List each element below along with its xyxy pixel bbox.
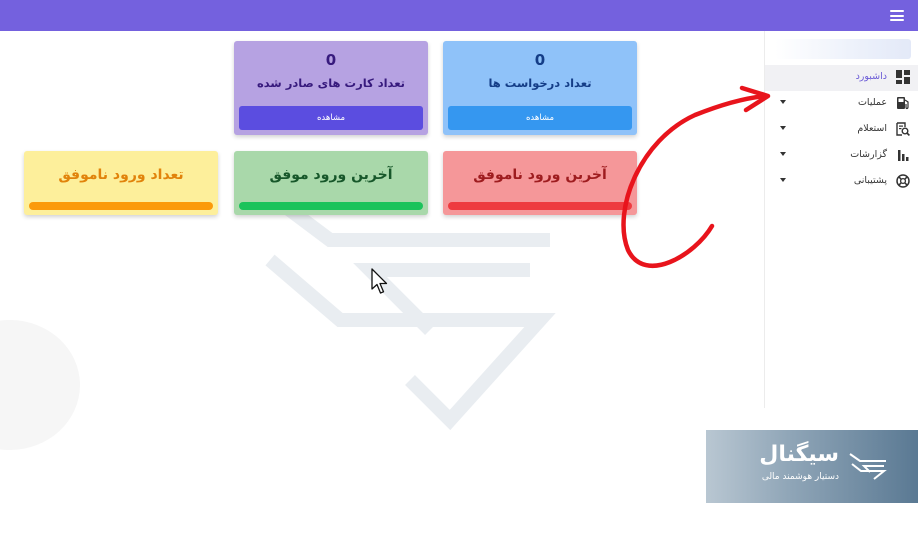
sidebar-search-area[interactable] [775, 39, 911, 59]
sidebar: داشبورد عملیات استعلام گزارشات پشتیبانی [764, 31, 918, 408]
document-search-icon [896, 122, 910, 136]
sidebar-item-dashboard[interactable]: داشبورد [765, 65, 918, 91]
brand-name: سیگنال [759, 442, 839, 467]
issued-cards-title: تعداد کارت های صادر شده [256, 76, 406, 90]
failed-login-count-card: تعداد ورود ناموفق [24, 151, 218, 215]
issued-cards-count: 0 [325, 51, 337, 69]
chevron-down-icon[interactable] [780, 178, 786, 182]
last-failed-login-bar [448, 202, 632, 210]
chevron-down-icon[interactable] [780, 126, 786, 130]
issued-cards-card: 0 تعداد کارت های صادر شده مشاهده [234, 41, 428, 135]
sidebar-item-inquiry[interactable]: استعلام [765, 117, 918, 143]
sidebar-item-label: پشتیبانی [853, 175, 887, 186]
mouse-pointer-icon [371, 268, 388, 294]
last-success-login-card: آخرین ورود موفق [234, 151, 428, 215]
fuel-pump-icon [897, 97, 909, 110]
signal-logo-icon [849, 453, 887, 480]
issued-cards-view-button[interactable]: مشاهده [239, 106, 423, 130]
last-failed-login-title: آخرین ورود ناموفق [473, 167, 607, 183]
chevron-down-icon[interactable] [780, 152, 786, 156]
failed-login-count-title: تعداد ورود ناموفق [58, 167, 184, 183]
dashboard-icon [896, 70, 910, 84]
chevron-down-icon[interactable] [780, 100, 786, 104]
top-bar [0, 0, 918, 31]
requests-view-button[interactable]: مشاهده [448, 106, 632, 130]
sidebar-item-label: استعلام [857, 123, 887, 134]
dashboard-page: داشبورد عملیات استعلام گزارشات پشتیبانی … [0, 0, 918, 541]
last-failed-login-card: آخرین ورود ناموفق [443, 151, 637, 215]
bar-chart-icon [898, 150, 909, 161]
last-success-login-title: آخرین ورود موفق [269, 167, 393, 183]
brand-banner: سیگنال دستیار هوشمند مالی [706, 430, 918, 503]
requests-title: تعداد درخواست ها [488, 76, 592, 90]
failed-login-count-bar [29, 202, 213, 210]
support-icon [896, 174, 910, 188]
background-blob [0, 320, 80, 450]
sidebar-item-label: داشبورد [855, 71, 887, 82]
last-success-login-bar [239, 202, 423, 210]
sidebar-item-operations[interactable]: عملیات [765, 91, 918, 117]
sidebar-item-reports[interactable]: گزارشات [765, 143, 918, 169]
sidebar-item-label: گزارشات [850, 149, 887, 160]
sidebar-item-support[interactable]: پشتیبانی [765, 169, 918, 195]
requests-card: 0 تعداد درخواست ها مشاهده [443, 41, 637, 135]
requests-count: 0 [534, 51, 546, 69]
brand-subtitle: دستیار هوشمند مالی [761, 472, 839, 482]
sidebar-item-label: عملیات [857, 97, 887, 108]
hamburger-menu-icon[interactable] [890, 10, 904, 21]
